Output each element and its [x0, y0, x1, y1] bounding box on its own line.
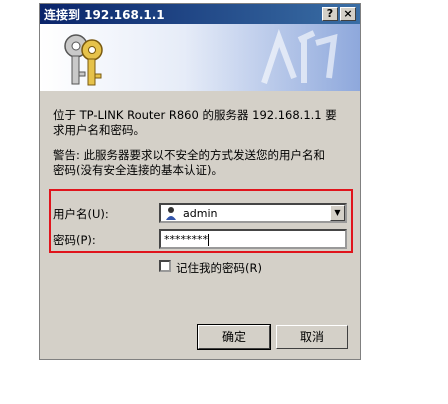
password-field[interactable]: ********: [159, 229, 347, 249]
password-label: 密码(P):: [53, 233, 96, 247]
message-line-2: 求用户名和密码。: [53, 123, 145, 137]
keys-icon: [64, 34, 103, 86]
warning-line-1: 警告: 此服务器要求以不安全的方式发送您的用户名和: [53, 148, 326, 162]
dialog-title: 连接到 192.168.1.1: [44, 8, 165, 22]
banner: [40, 24, 360, 91]
warning-line-2: 密码(没有安全连接的基本认证)。: [53, 163, 223, 177]
watermark-graphic: [261, 29, 338, 84]
message-line-1: 位于 TP-LINK Router R860 的服务器 192.168.1.1 …: [53, 108, 337, 122]
text-caret: [208, 234, 209, 246]
close-button[interactable]: ×: [340, 7, 356, 21]
login-dialog: 连接到 192.168.1.1 ? × 位于 TP-LINK Router R8…: [39, 3, 361, 360]
cancel-button[interactable]: 取消: [276, 325, 348, 349]
password-value: ********: [164, 233, 208, 246]
ok-button[interactable]: 确定: [197, 324, 271, 350]
title-bar: 连接到 192.168.1.1 ? ×: [40, 4, 360, 24]
remember-checkbox[interactable]: [159, 260, 171, 272]
user-icon: [166, 207, 176, 220]
remember-label[interactable]: 记住我的密码(R): [176, 260, 262, 276]
username-value: admin: [183, 207, 218, 220]
help-button[interactable]: ?: [322, 7, 338, 21]
username-combobox[interactable]: admin ▼: [159, 203, 347, 223]
dropdown-arrow-icon[interactable]: ▼: [330, 205, 345, 221]
username-label: 用户名(U):: [53, 207, 109, 221]
